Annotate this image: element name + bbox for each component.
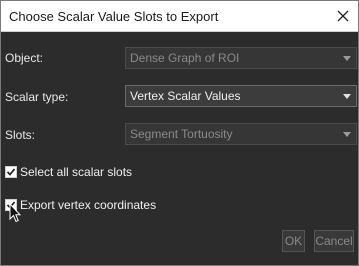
select-all-label: Select all scalar slots	[20, 165, 133, 179]
close-icon	[337, 10, 349, 22]
dialog-title: Choose Scalar Value Slots to Export	[9, 9, 219, 24]
export-coords-row[interactable]: Export vertex coordinates	[5, 198, 156, 212]
slots-label: Slots:	[5, 128, 36, 142]
mouse-cursor-icon	[9, 203, 21, 223]
dialog-content: Object: Dense Graph of ROI Scalar type: …	[1, 32, 358, 265]
object-value: Dense Graph of ROI	[130, 51, 240, 65]
scalar-type-label: Scalar type:	[5, 90, 69, 104]
object-dropdown[interactable]: Dense Graph of ROI	[125, 47, 357, 69]
export-dialog: Choose Scalar Value Slots to Export Obje…	[0, 0, 359, 266]
chevron-down-icon	[343, 56, 351, 61]
cancel-button[interactable]: Cancel	[314, 230, 354, 252]
slots-value: Segment Tortuosity	[130, 127, 233, 141]
scalar-type-dropdown[interactable]: Vertex Scalar Values	[125, 85, 357, 107]
chevron-down-icon	[343, 94, 351, 99]
close-button[interactable]	[328, 1, 358, 31]
export-coords-label: Export vertex coordinates	[20, 198, 157, 212]
chevron-down-icon	[343, 132, 351, 137]
ok-button[interactable]: OK	[282, 230, 305, 252]
scalar-type-value: Vertex Scalar Values	[130, 89, 241, 103]
title-bar: Choose Scalar Value Slots to Export	[1, 1, 358, 32]
slots-dropdown[interactable]: Segment Tortuosity	[125, 123, 357, 145]
checkmark-icon	[6, 168, 16, 176]
select-all-row[interactable]: Select all scalar slots	[5, 165, 132, 179]
select-all-checkbox[interactable]	[5, 166, 17, 178]
object-label: Object:	[5, 51, 44, 65]
